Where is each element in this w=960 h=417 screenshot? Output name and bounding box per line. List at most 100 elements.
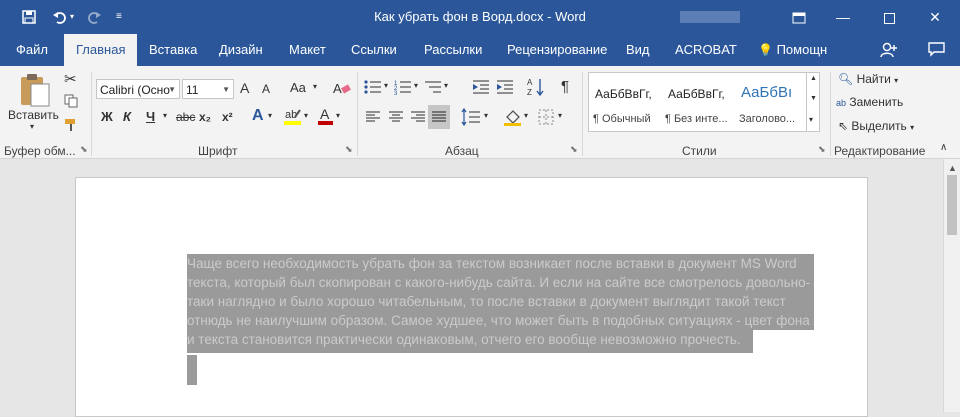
redo-icon: [88, 12, 101, 24]
font-dialog-launcher-icon[interactable]: ⬊: [345, 144, 353, 155]
sort-icon[interactable]: AZ: [527, 77, 545, 97]
more-styles-icon[interactable]: ▾: [809, 115, 813, 124]
paste-dropdown-icon[interactable]: ▾: [30, 122, 34, 131]
style-normal-name[interactable]: ¶ Обычный: [593, 113, 651, 125]
chevron-down-icon[interactable]: ▾: [384, 81, 388, 90]
scroll-down-icon[interactable]: ▼: [810, 95, 817, 102]
document-line[interactable]: Чаще всего необходимость убрать фон за т…: [187, 254, 814, 273]
tab-review[interactable]: Рецензирование: [497, 34, 617, 66]
vertical-scrollbar[interactable]: ▲: [943, 159, 960, 412]
save-icon[interactable]: [22, 10, 36, 24]
numbering-icon[interactable]: 123: [394, 79, 412, 95]
style-no-spacing-name[interactable]: ¶ Без инте...: [665, 113, 728, 125]
text-effects-icon[interactable]: A: [252, 107, 264, 125]
strikethrough-button[interactable]: abc: [176, 110, 195, 124]
minimize-icon[interactable]: —: [820, 0, 866, 34]
chevron-down-icon[interactable]: ▾: [304, 111, 308, 120]
chevron-down-icon[interactable]: ▾: [163, 111, 167, 120]
format-painter-icon[interactable]: [64, 118, 78, 132]
replace-button[interactable]: ab Заменить: [836, 95, 903, 109]
multilevel-list-icon[interactable]: [424, 79, 442, 95]
subscript-button[interactable]: x₂: [199, 110, 211, 124]
line-text: таки наглядно и было хорошо читабельным,…: [187, 294, 786, 309]
undo-dropdown-icon[interactable]: ▾: [70, 0, 74, 34]
chevron-down-icon[interactable]: ▾: [313, 82, 317, 91]
chevron-down-icon: ▼: [168, 85, 176, 94]
comments-icon[interactable]: [928, 42, 945, 57]
scroll-up-icon[interactable]: ▲: [810, 75, 817, 82]
shrink-font-button[interactable]: A: [262, 82, 270, 96]
ribbon-display-options-icon[interactable]: [776, 0, 822, 34]
paste-icon[interactable]: [18, 72, 52, 108]
bullets-icon[interactable]: [364, 79, 382, 95]
clear-formatting-icon[interactable]: A: [333, 80, 351, 96]
change-case-button[interactable]: Aa: [290, 80, 306, 95]
align-right-icon[interactable]: [410, 110, 426, 124]
clipboard-dialog-launcher-icon[interactable]: ⬊: [80, 144, 88, 155]
align-justify-icon: [432, 111, 446, 122]
paste-button[interactable]: Вставить: [8, 108, 59, 122]
align-center-icon[interactable]: [388, 110, 404, 124]
chevron-down-icon[interactable]: ▾: [558, 111, 562, 120]
scroll-up-icon[interactable]: ▲: [948, 163, 957, 173]
font-name-combo[interactable]: Calibri (Осно ▼: [96, 79, 180, 99]
styles-dialog-launcher-icon[interactable]: ⬊: [818, 144, 826, 155]
select-button[interactable]: ⇖ Выделить ▾: [838, 119, 914, 133]
close-icon[interactable]: ✕: [912, 0, 958, 34]
tell-me-button[interactable]: 💡 Помощн: [748, 34, 837, 66]
italic-button[interactable]: К: [123, 109, 131, 124]
document-line[interactable]: текста, который был скопирован с какого-…: [187, 273, 814, 292]
font-size-combo[interactable]: 11 ▼: [182, 79, 234, 99]
find-button[interactable]: 🔍︎ Найти ▾: [838, 72, 898, 86]
document-line[interactable]: и текста становится практически одинаков…: [187, 330, 753, 353]
svg-text:Z: Z: [527, 88, 532, 97]
chevron-down-icon[interactable]: ▾: [444, 81, 448, 90]
font-group-label: Шрифт: [198, 144, 238, 158]
justify-button[interactable]: [428, 105, 450, 129]
chevron-down-icon[interactable]: ▾: [524, 111, 528, 120]
underline-button[interactable]: Ч: [146, 109, 155, 124]
customize-qat-icon[interactable]: ≡: [116, 0, 122, 34]
chevron-down-icon[interactable]: ▾: [268, 111, 272, 120]
tab-references[interactable]: Ссылки: [341, 34, 407, 66]
highlight-color-icon[interactable]: ab: [284, 106, 302, 126]
style-heading-preview[interactable]: АаБбВı: [741, 84, 792, 101]
style-heading-name[interactable]: Заголово...: [739, 113, 795, 125]
borders-icon[interactable]: [538, 109, 554, 125]
restore-icon[interactable]: [866, 0, 912, 34]
decrease-indent-icon[interactable]: [472, 79, 490, 95]
increase-indent-icon[interactable]: [496, 79, 514, 95]
undo-icon[interactable]: [52, 9, 68, 25]
paragraph-dialog-launcher-icon[interactable]: ⬊: [570, 144, 578, 155]
scrollbar-thumb[interactable]: [947, 175, 957, 235]
line-spacing-icon[interactable]: [461, 108, 481, 126]
tab-acrobat[interactable]: ACROBAT: [665, 34, 747, 66]
tab-mailings[interactable]: Рассылки: [414, 34, 492, 66]
copy-icon[interactable]: [64, 94, 78, 108]
font-color-icon[interactable]: A: [318, 106, 334, 126]
superscript-button[interactable]: x²: [222, 110, 233, 124]
tab-home[interactable]: Главная: [64, 34, 138, 66]
share-person-icon[interactable]: [880, 42, 898, 58]
style-no-spacing-preview[interactable]: АаБбВвГг,: [668, 87, 725, 101]
chevron-down-icon[interactable]: ▾: [414, 81, 418, 90]
tab-layout[interactable]: Макет: [279, 34, 336, 66]
show-formatting-marks-button[interactable]: ¶: [561, 78, 569, 95]
cut-icon[interactable]: ✂: [64, 70, 77, 88]
document-line[interactable]: отнюдь не наилучшим образом. Самое худше…: [187, 311, 814, 330]
align-left-icon[interactable]: [365, 110, 381, 124]
style-normal-preview[interactable]: АаБбВвГг,: [595, 87, 652, 101]
tab-design[interactable]: Дизайн: [209, 34, 273, 66]
document-line[interactable]: таки наглядно и было хорошо читабельным,…: [187, 292, 814, 311]
cursor-arrow-icon: ⇖: [838, 119, 849, 133]
bold-button[interactable]: Ж: [101, 109, 113, 124]
grow-font-button[interactable]: A: [240, 80, 249, 96]
chevron-down-icon[interactable]: ▾: [336, 111, 340, 120]
tab-file[interactable]: Файл: [6, 34, 58, 66]
tab-view[interactable]: Вид: [616, 34, 660, 66]
collapse-ribbon-icon[interactable]: ∧: [940, 142, 947, 153]
search-icon: 🔍︎: [838, 72, 854, 86]
shading-icon[interactable]: [504, 108, 522, 126]
tab-insert[interactable]: Вставка: [139, 34, 207, 66]
chevron-down-icon[interactable]: ▾: [484, 111, 488, 120]
